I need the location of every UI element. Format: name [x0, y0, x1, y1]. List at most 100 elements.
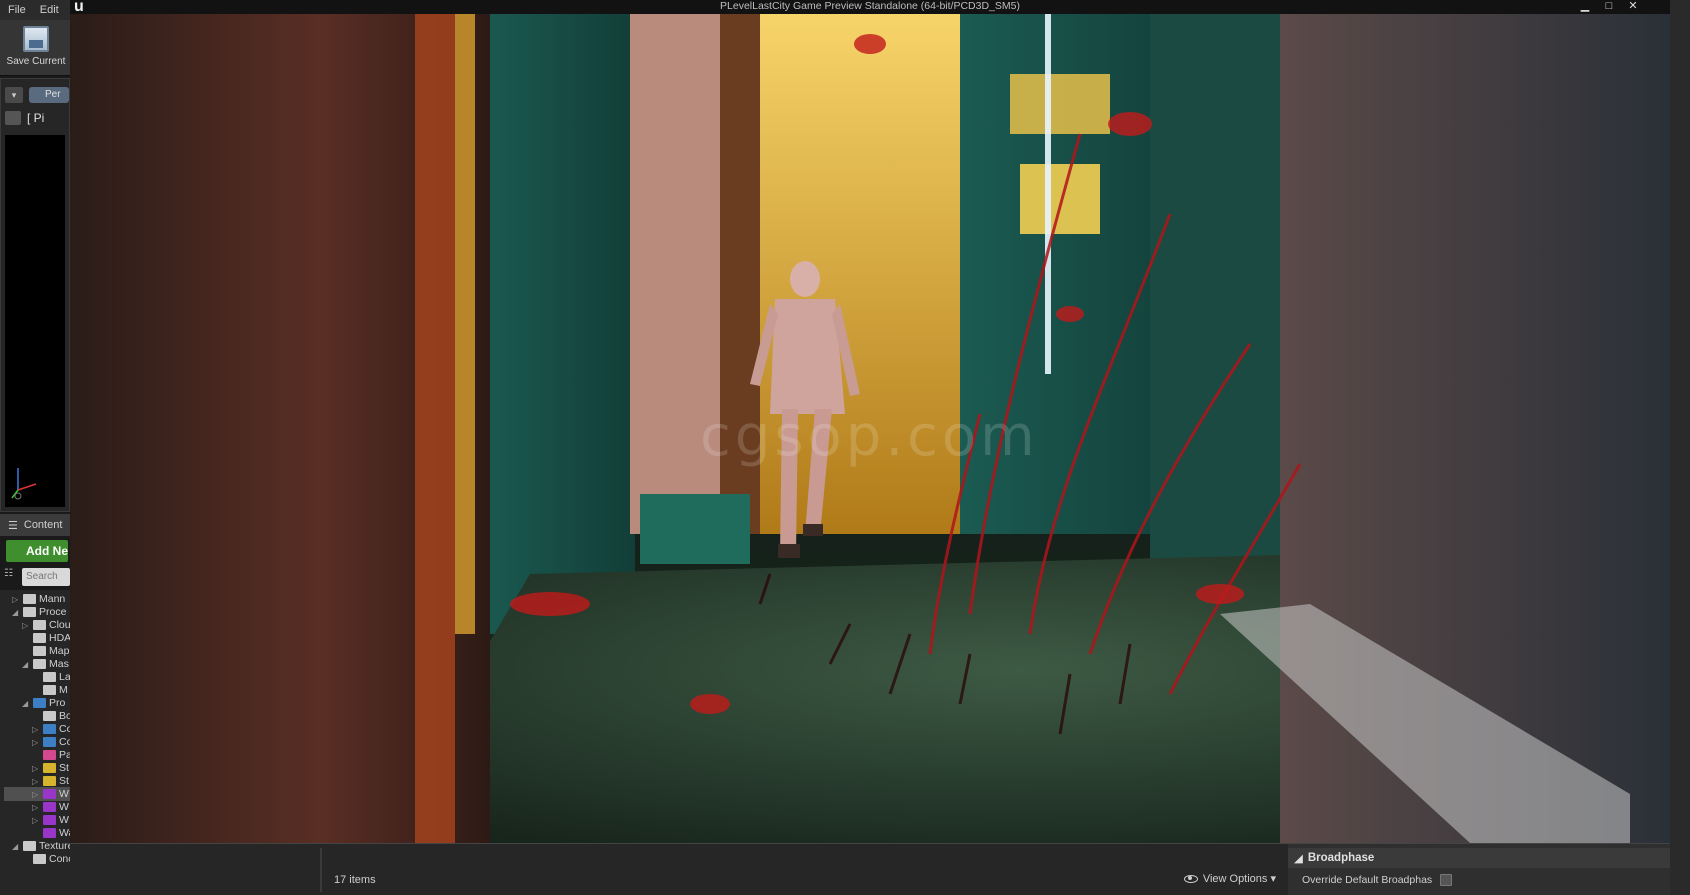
folder-label: Mann: [39, 593, 66, 605]
expand-arrow-icon[interactable]: ▷: [32, 725, 40, 734]
save-icon: [23, 26, 49, 52]
folder-icon: [43, 672, 56, 682]
folder-label: Map: [49, 645, 70, 657]
folder-label: Co: [59, 736, 70, 748]
folder-icon: [33, 659, 46, 669]
add-new-button[interactable]: Add Ne: [6, 540, 68, 562]
folder-icon: [43, 815, 56, 825]
folder-label: M: [59, 684, 68, 696]
folder-icon: [43, 776, 56, 786]
folder-tree-item[interactable]: ▷ Mann: [12, 592, 65, 606]
folder-tree-item[interactable]: ◢ Textures: [12, 839, 70, 853]
folder-tree-item[interactable]: Bo: [32, 709, 70, 723]
override-broadphase-row: Override Default Broadphas: [1302, 874, 1453, 886]
game-window-title: PLevelLastCity Game Preview Standalone (…: [720, 0, 1020, 12]
folder-tree-item[interactable]: ▷ St: [32, 774, 69, 788]
folder-label: St: [59, 762, 69, 774]
expand-arrow-icon[interactable]: ▷: [32, 790, 40, 799]
folder-tree-item[interactable]: ▷ W: [4, 787, 70, 801]
footer-splitter[interactable]: [320, 848, 322, 892]
filters-icon[interactable]: ☷: [4, 568, 18, 586]
expand-arrow-icon[interactable]: ◢: [12, 608, 20, 617]
items-count: 17 items: [334, 874, 376, 886]
expand-arrow-icon[interactable]: ▷: [22, 621, 30, 630]
game-window-titlebar[interactable]: u PLevelLastCity Game Preview Standalone…: [70, 0, 1670, 15]
folder-label: La: [59, 671, 70, 683]
view-options-label: View Options ▾: [1202, 873, 1276, 885]
content-browser-tab[interactable]: ☰ Content: [0, 514, 70, 536]
expand-arrow-icon[interactable]: ▷: [32, 816, 40, 825]
folder-tree-item[interactable]: ▷ Clou: [22, 618, 70, 632]
folder-label: Pro: [49, 697, 66, 709]
folder-label: Bo: [59, 710, 70, 722]
folder-label: Concrete: [49, 853, 70, 865]
folder-tree-item[interactable]: ▷ Co: [32, 722, 70, 736]
expand-arrow-icon[interactable]: ▷: [32, 803, 40, 812]
expand-arrow-icon[interactable]: ◢: [12, 842, 20, 851]
perspective-button[interactable]: Per: [29, 87, 69, 103]
save-current-button[interactable]: Save Current: [4, 24, 68, 74]
editor-viewport[interactable]: [5, 135, 65, 507]
menu-file[interactable]: File: [8, 4, 26, 16]
eye-icon: [1183, 874, 1198, 883]
folder-label: W: [59, 814, 69, 826]
folder-tree-item[interactable]: La: [32, 670, 70, 684]
folder-icon: [23, 841, 36, 851]
folder-icon: [23, 607, 36, 617]
folder-tree-item[interactable]: ▷ W: [32, 800, 69, 814]
folder-tree-item[interactable]: ▷ W: [32, 813, 69, 827]
menu-bar: File Edit: [0, 0, 70, 20]
folder-label: St: [59, 775, 69, 787]
folder-label: Textures: [39, 840, 70, 852]
minimize-button[interactable]: ▁: [1578, 0, 1592, 12]
folder-icon: [43, 750, 56, 760]
broadphase-section-header[interactable]: ◢ Broadphase: [1288, 848, 1670, 868]
content-folder-tree: ▷ Mann ◢ Proce ▷ Clou HDA Map ◢ Mas La M ◢ Pro Bo ▷ Co ▷ C…: [0, 590, 70, 895]
eject-icon[interactable]: [5, 111, 21, 125]
folder-tree-item[interactable]: M: [32, 683, 68, 697]
expand-arrow-icon[interactable]: ◢: [22, 699, 30, 708]
outliner-dropdown[interactable]: ▾: [5, 87, 23, 103]
content-browser-icon: ☰: [8, 519, 18, 532]
folder-tree-item[interactable]: HDA: [22, 631, 70, 645]
folder-icon: [33, 854, 46, 864]
folder-tree-item[interactable]: ◢ Mas: [22, 657, 69, 671]
folder-tree-item[interactable]: Pa: [32, 748, 70, 762]
teal-wall: [475, 14, 635, 634]
folder-icon: [33, 698, 46, 708]
expand-arrow-icon[interactable]: ▷: [32, 777, 40, 786]
folder-label: Proce: [39, 606, 67, 618]
folder-label: Mas: [49, 658, 69, 670]
expand-arrow-icon[interactable]: ▷: [12, 595, 20, 604]
folder-tree-item[interactable]: ◢ Pro: [22, 696, 65, 710]
content-search-input[interactable]: Search: [22, 568, 70, 586]
folder-icon: [43, 685, 56, 695]
details-panel: ◢ Broadphase Override Default Broadphas: [1288, 843, 1670, 895]
folder-icon: [33, 620, 46, 630]
folder-icon: [43, 802, 56, 812]
game-viewport[interactable]: cgsop.com: [70, 14, 1670, 843]
level-label: [ Pi: [27, 111, 45, 125]
folder-label: Clou: [49, 619, 70, 631]
right-editor-strip: [1670, 0, 1690, 895]
expand-arrow-icon[interactable]: ▷: [32, 738, 40, 747]
folder-label: Co: [59, 723, 70, 735]
broadphase-section-title: Broadphase: [1307, 852, 1375, 864]
save-current-label: Save Current: [6, 56, 66, 67]
close-button[interactable]: ✕: [1626, 0, 1640, 12]
folder-tree-item[interactable]: ◢ Proce: [12, 605, 66, 619]
view-options-button[interactable]: View Options ▾: [1183, 872, 1276, 885]
folder-icon: [33, 646, 46, 656]
folder-tree-item[interactable]: Concrete: [22, 852, 70, 866]
override-broadphase-checkbox[interactable]: [1440, 874, 1453, 886]
expand-arrow-icon[interactable]: ▷: [32, 764, 40, 773]
folder-tree-item[interactable]: Wall_W4: [32, 826, 70, 840]
folder-tree-item[interactable]: ▷ St: [32, 761, 69, 775]
content-browser-title: Content: [23, 519, 63, 531]
folder-tree-item[interactable]: ▷ Co: [32, 735, 70, 749]
folder-tree-item[interactable]: Map: [22, 644, 69, 658]
menu-edit[interactable]: Edit: [40, 4, 59, 16]
level-toolbar: Save Current: [0, 20, 70, 76]
maximize-button[interactable]: □: [1602, 0, 1616, 12]
expand-arrow-icon[interactable]: ◢: [22, 660, 30, 669]
